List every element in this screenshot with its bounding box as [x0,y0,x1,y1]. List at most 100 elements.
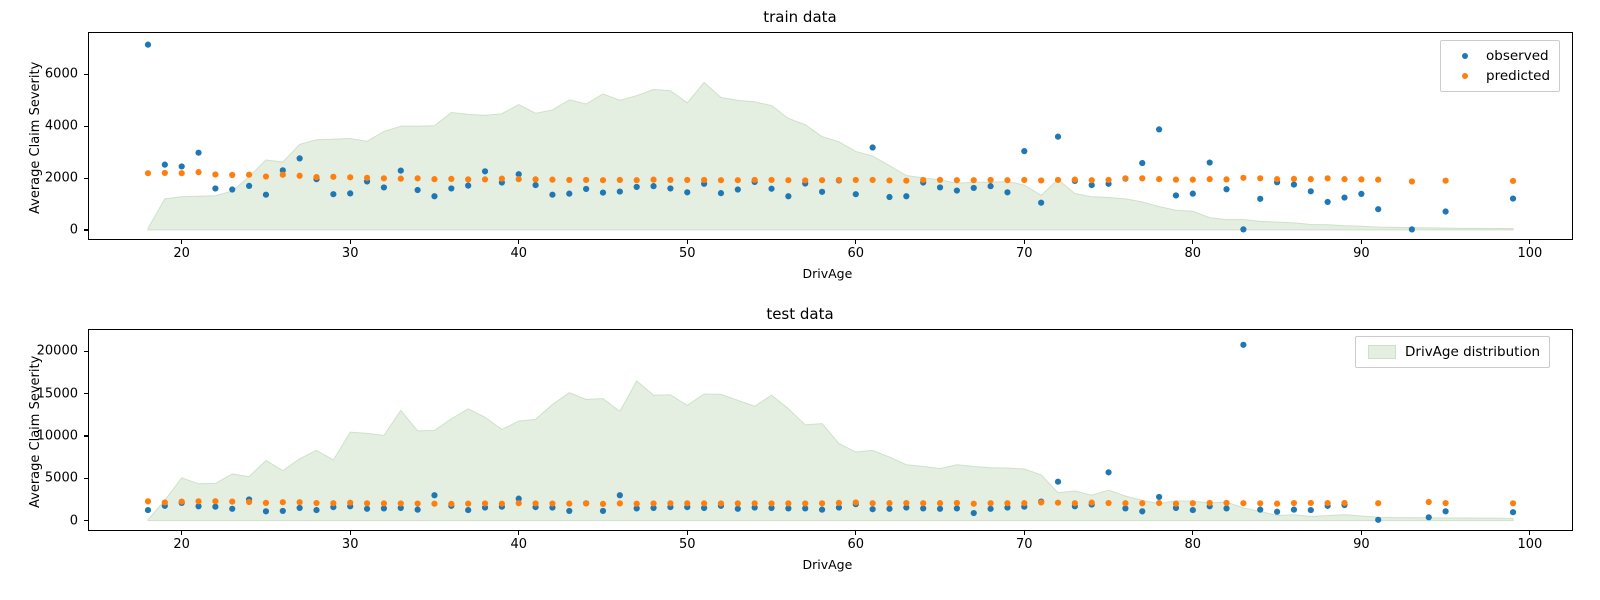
data-point [953,499,960,507]
data-point [1442,508,1449,515]
y-tick-mark [84,229,88,231]
data-point [414,506,421,513]
data-point [970,177,977,184]
data-point [448,500,455,507]
data-point [650,176,657,183]
x-tick-mark [1529,531,1531,535]
data-point [515,500,522,507]
data-point [650,500,657,507]
data-point [633,500,640,507]
data-point [818,500,826,507]
data-point [566,176,573,184]
y-tick-mark [84,392,88,395]
legend-item-observed[interactable]: observed [1448,46,1550,66]
data-point [599,189,607,196]
data-point [734,505,741,512]
data-point [869,144,876,151]
legend-test[interactable]: DrivAge distribution [1355,336,1551,368]
data-point [1375,516,1382,523]
data-point [936,176,944,184]
data-point [684,189,691,196]
data-point [886,177,893,184]
data-point [363,500,371,507]
y-tick-mark [84,435,88,437]
data-point [1307,176,1314,183]
data-point [363,174,371,181]
data-point [431,500,438,507]
x-tick-label: 70 [1016,537,1033,552]
data-point [296,172,303,179]
data-point [768,185,775,192]
legend-item-distribution[interactable]: DrivAge distribution [1363,342,1540,362]
data-point [414,500,421,507]
data-point [936,184,944,191]
data-point [212,171,219,178]
data-point [1324,175,1331,182]
x-tick-mark [349,240,351,244]
data-point [886,505,893,512]
legend-item-predicted[interactable]: predicted [1448,66,1550,86]
data-point [1139,175,1146,182]
data-point [1021,500,1028,507]
data-point [852,499,859,506]
distribution-area [147,380,1514,522]
data-point [246,498,253,506]
data-point [1257,500,1264,507]
data-point [869,176,876,184]
data-point [1088,177,1095,184]
data-point [1206,176,1213,183]
data-point [1139,159,1146,167]
data-point [1004,177,1011,184]
data-point [1189,500,1196,507]
data-point [195,169,202,176]
y-tick-label: 15000 [36,386,78,402]
data-point [1307,188,1314,195]
data-point [1509,500,1517,507]
y-tick-label: 0 [69,222,78,238]
data-point [835,176,843,184]
data-point [498,500,505,507]
data-point [195,498,202,505]
data-point [1054,478,1062,485]
data-point [1156,176,1163,183]
data-point [1425,498,1432,506]
figure-root: train data Average Claim Severity DrivAg… [0,0,1600,600]
x-tick-mark [1360,531,1362,535]
data-point [262,508,270,515]
data-point [599,500,607,507]
data-point [1223,186,1230,193]
data-point [802,500,809,507]
data-point [869,506,876,513]
data-point [1054,176,1062,184]
data-point [970,500,977,507]
data-point [144,498,152,505]
data-point [431,176,438,183]
data-point [195,149,202,156]
data-point [380,184,388,191]
data-point [1375,206,1382,213]
x-tick-mark [855,240,857,244]
legend-train[interactable]: observed predicted [1440,40,1561,92]
data-point [465,182,472,189]
data-point [616,492,623,499]
data-point [549,191,556,198]
data-point [279,507,286,515]
x-tick-mark [518,531,520,535]
data-point [313,499,320,507]
plot-area-train [88,32,1573,240]
data-point [650,183,657,190]
x-tick-label: 30 [341,537,359,552]
data-point [347,174,354,181]
x-tick-mark [1192,531,1194,535]
data-point [1509,195,1517,202]
data-point [1307,506,1314,514]
y-tick-mark [84,520,88,522]
data-point [481,176,489,183]
panel-train-data: train data Average Claim Severity DrivAg… [0,0,1600,300]
data-point [734,177,741,184]
data-point [448,185,455,192]
data-point [701,176,708,184]
data-point [768,500,775,507]
data-point [970,509,977,517]
data-point [144,506,152,514]
